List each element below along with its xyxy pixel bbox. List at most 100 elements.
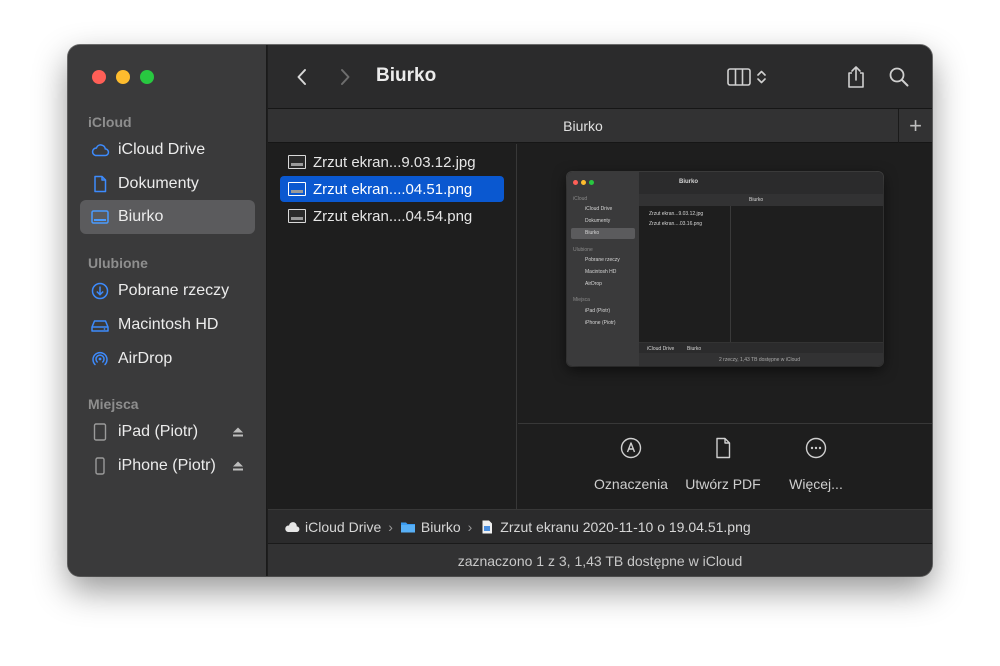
sidebar-item-label: Macintosh HD (118, 316, 219, 333)
sidebar-item-dokumenty[interactable]: Dokumenty (80, 167, 255, 201)
back-button[interactable] (288, 63, 316, 91)
thumb-sidebar-item: iPhone (Piotr) (585, 320, 616, 326)
thumb-sidebar-item: Macintosh HD (585, 269, 617, 275)
path-segment-label: Zrzut ekranu 2020-11-10 o 19.04.51.png (500, 518, 751, 535)
chevron-right-icon (341, 69, 350, 85)
thumb-statusbar: 2 rzeczy, 1,43 TB dostępne w iCloud (639, 353, 883, 366)
desktop-icon (90, 207, 110, 227)
path-segment-biurko[interactable]: Biurko (400, 519, 461, 535)
file-name: Zrzut ekran....04.51.png (313, 180, 473, 198)
thumb-sidebar-item: iPad (Piotr) (585, 308, 611, 314)
file-row-selected[interactable]: Zrzut ekran....04.51.png (280, 176, 504, 202)
file-name: Zrzut ekran....04.54.png (313, 207, 473, 225)
file-column: Zrzut ekran...9.03.12.jpg Zrzut ekran...… (268, 144, 517, 509)
thumb-title: Biurko (679, 179, 699, 185)
cloud-icon (285, 521, 300, 532)
path-bar: iCloud Drive › Biurko › Zrzut ekranu 202… (268, 509, 932, 543)
columns-view-icon (727, 68, 766, 86)
tab-biurko[interactable]: Biurko (268, 118, 898, 134)
sidebar: iCloud iCloud Drive Dokumenty Biurko Ulu… (68, 45, 267, 576)
image-file-icon (288, 182, 306, 196)
ipad-icon (90, 422, 110, 442)
sidebar-item-icloud-drive[interactable]: iCloud Drive (80, 133, 255, 167)
toolbar: Biurko (268, 45, 932, 109)
path-segment-icloud-drive[interactable]: iCloud Drive (284, 519, 381, 535)
create-pdf-label: Utwórz PDF (685, 476, 761, 492)
harddisk-icon (90, 315, 110, 335)
markup-button[interactable]: Oznaczenia (586, 437, 676, 492)
iphone-icon (90, 456, 110, 476)
sidebar-item-label: Pobrane rzeczy (118, 282, 230, 299)
thumb-sidebar-item: Pobrane rzeczy (585, 257, 620, 263)
download-icon (90, 281, 110, 301)
markup-icon (620, 437, 642, 459)
window-title: Biurko (376, 65, 437, 86)
finder-window: iCloud iCloud Drive Dokumenty Biurko Ulu… (68, 45, 932, 576)
close-window-button[interactable] (92, 70, 106, 84)
file-name: Zrzut ekran...9.03.12.jpg (313, 153, 476, 171)
image-file-icon (288, 155, 306, 169)
create-pdf-icon (716, 437, 731, 459)
path-separator-icon: › (388, 518, 393, 535)
eject-icon[interactable] (231, 425, 245, 439)
zoom-window-button[interactable] (140, 70, 154, 84)
search-button[interactable] (885, 63, 913, 91)
sidebar-item-iphone[interactable]: iPhone (Piotr) (80, 449, 255, 483)
file-row[interactable]: Zrzut ekran....04.54.png (280, 203, 504, 229)
search-icon (889, 67, 909, 87)
sidebar-item-ipad[interactable]: iPad (Piotr) (80, 415, 255, 449)
thumb-file-column: Zrzut ekran...9.03.12.jpg Zrzut ekran...… (639, 206, 731, 342)
path-separator-icon: › (467, 518, 473, 535)
thumb-section: Miejsca (573, 297, 590, 303)
thumb-path-segment: iCloud Drive (647, 346, 675, 352)
status-bar: zaznaczono 1 z 3, 1,43 TB dostępne w iCl… (268, 543, 932, 576)
create-pdf-button[interactable]: Utwórz PDF (678, 437, 768, 492)
thumb-section: Ulubione (573, 247, 593, 253)
sidebar-item-label: AirDrop (118, 350, 173, 367)
divider (518, 423, 932, 424)
file-row[interactable]: Zrzut ekran...9.03.12.jpg (280, 149, 504, 175)
thumb-sidebar-item: AirDrop (585, 281, 602, 287)
forward-button[interactable] (331, 63, 359, 91)
folder-icon (400, 522, 415, 532)
more-button[interactable]: Więcej... (771, 437, 861, 492)
thumb-tabbar: Biurko (639, 194, 883, 206)
sidebar-item-pobrane-rzeczy[interactable]: Pobrane rzeczy (80, 274, 255, 308)
window-controls (92, 70, 154, 84)
sidebar-item-biurko[interactable]: Biurko (80, 200, 255, 234)
image-file-icon (482, 520, 493, 533)
preview-thumbnail: iCloud iCloud Drive Dokumenty Biurko Ulu… (567, 172, 883, 366)
preview-actions: Oznaczenia Utwórz PDF Więcej... (518, 437, 932, 507)
sidebar-item-label: iPad (Piotr) (118, 423, 199, 440)
thumb-path-segment: Biurko (687, 346, 702, 352)
thumb-file: Zrzut ekran....03.16.png (649, 221, 703, 227)
share-icon (848, 66, 864, 88)
minimize-window-button[interactable] (116, 70, 130, 84)
thumb-sidebar-item: Dokumenty (585, 218, 611, 224)
sidebar-section-ulubione: Ulubione (88, 255, 148, 271)
thumb-sidebar-item: iCloud Drive (585, 206, 613, 212)
markup-label: Oznaczenia (594, 476, 668, 492)
view-mode-button[interactable] (724, 63, 774, 91)
sidebar-item-macintosh-hd[interactable]: Macintosh HD (80, 308, 255, 342)
more-icon (805, 437, 827, 459)
chevron-left-icon (297, 69, 306, 85)
eject-icon[interactable] (231, 459, 245, 473)
path-segment-file[interactable]: Zrzut ekranu 2020-11-10 o 19.04.51.png (479, 518, 751, 535)
thumb-file: Zrzut ekran...9.03.12.jpg (649, 211, 704, 217)
sidebar-item-airdrop[interactable]: AirDrop (80, 342, 255, 376)
thumb-tab-title: Biurko (749, 197, 764, 203)
thumb-active-item (571, 228, 635, 239)
preview-pane: iCloud iCloud Drive Dokumenty Biurko Ulu… (518, 144, 932, 509)
sidebar-item-label: iCloud Drive (118, 141, 206, 158)
tab-bar: Biurko + (268, 109, 932, 143)
new-tab-button[interactable]: + (898, 109, 932, 143)
image-file-icon (288, 209, 306, 223)
airdrop-icon (90, 349, 110, 369)
thumb-sidebar-item: Biurko (585, 230, 600, 236)
thumb-toolbar: Biurko (639, 172, 883, 194)
share-button[interactable] (842, 63, 870, 91)
sidebar-item-label: Biurko (118, 208, 164, 225)
more-label: Więcej... (789, 476, 843, 492)
thumb-pathbar: iCloud Drive Biurko (639, 342, 883, 353)
